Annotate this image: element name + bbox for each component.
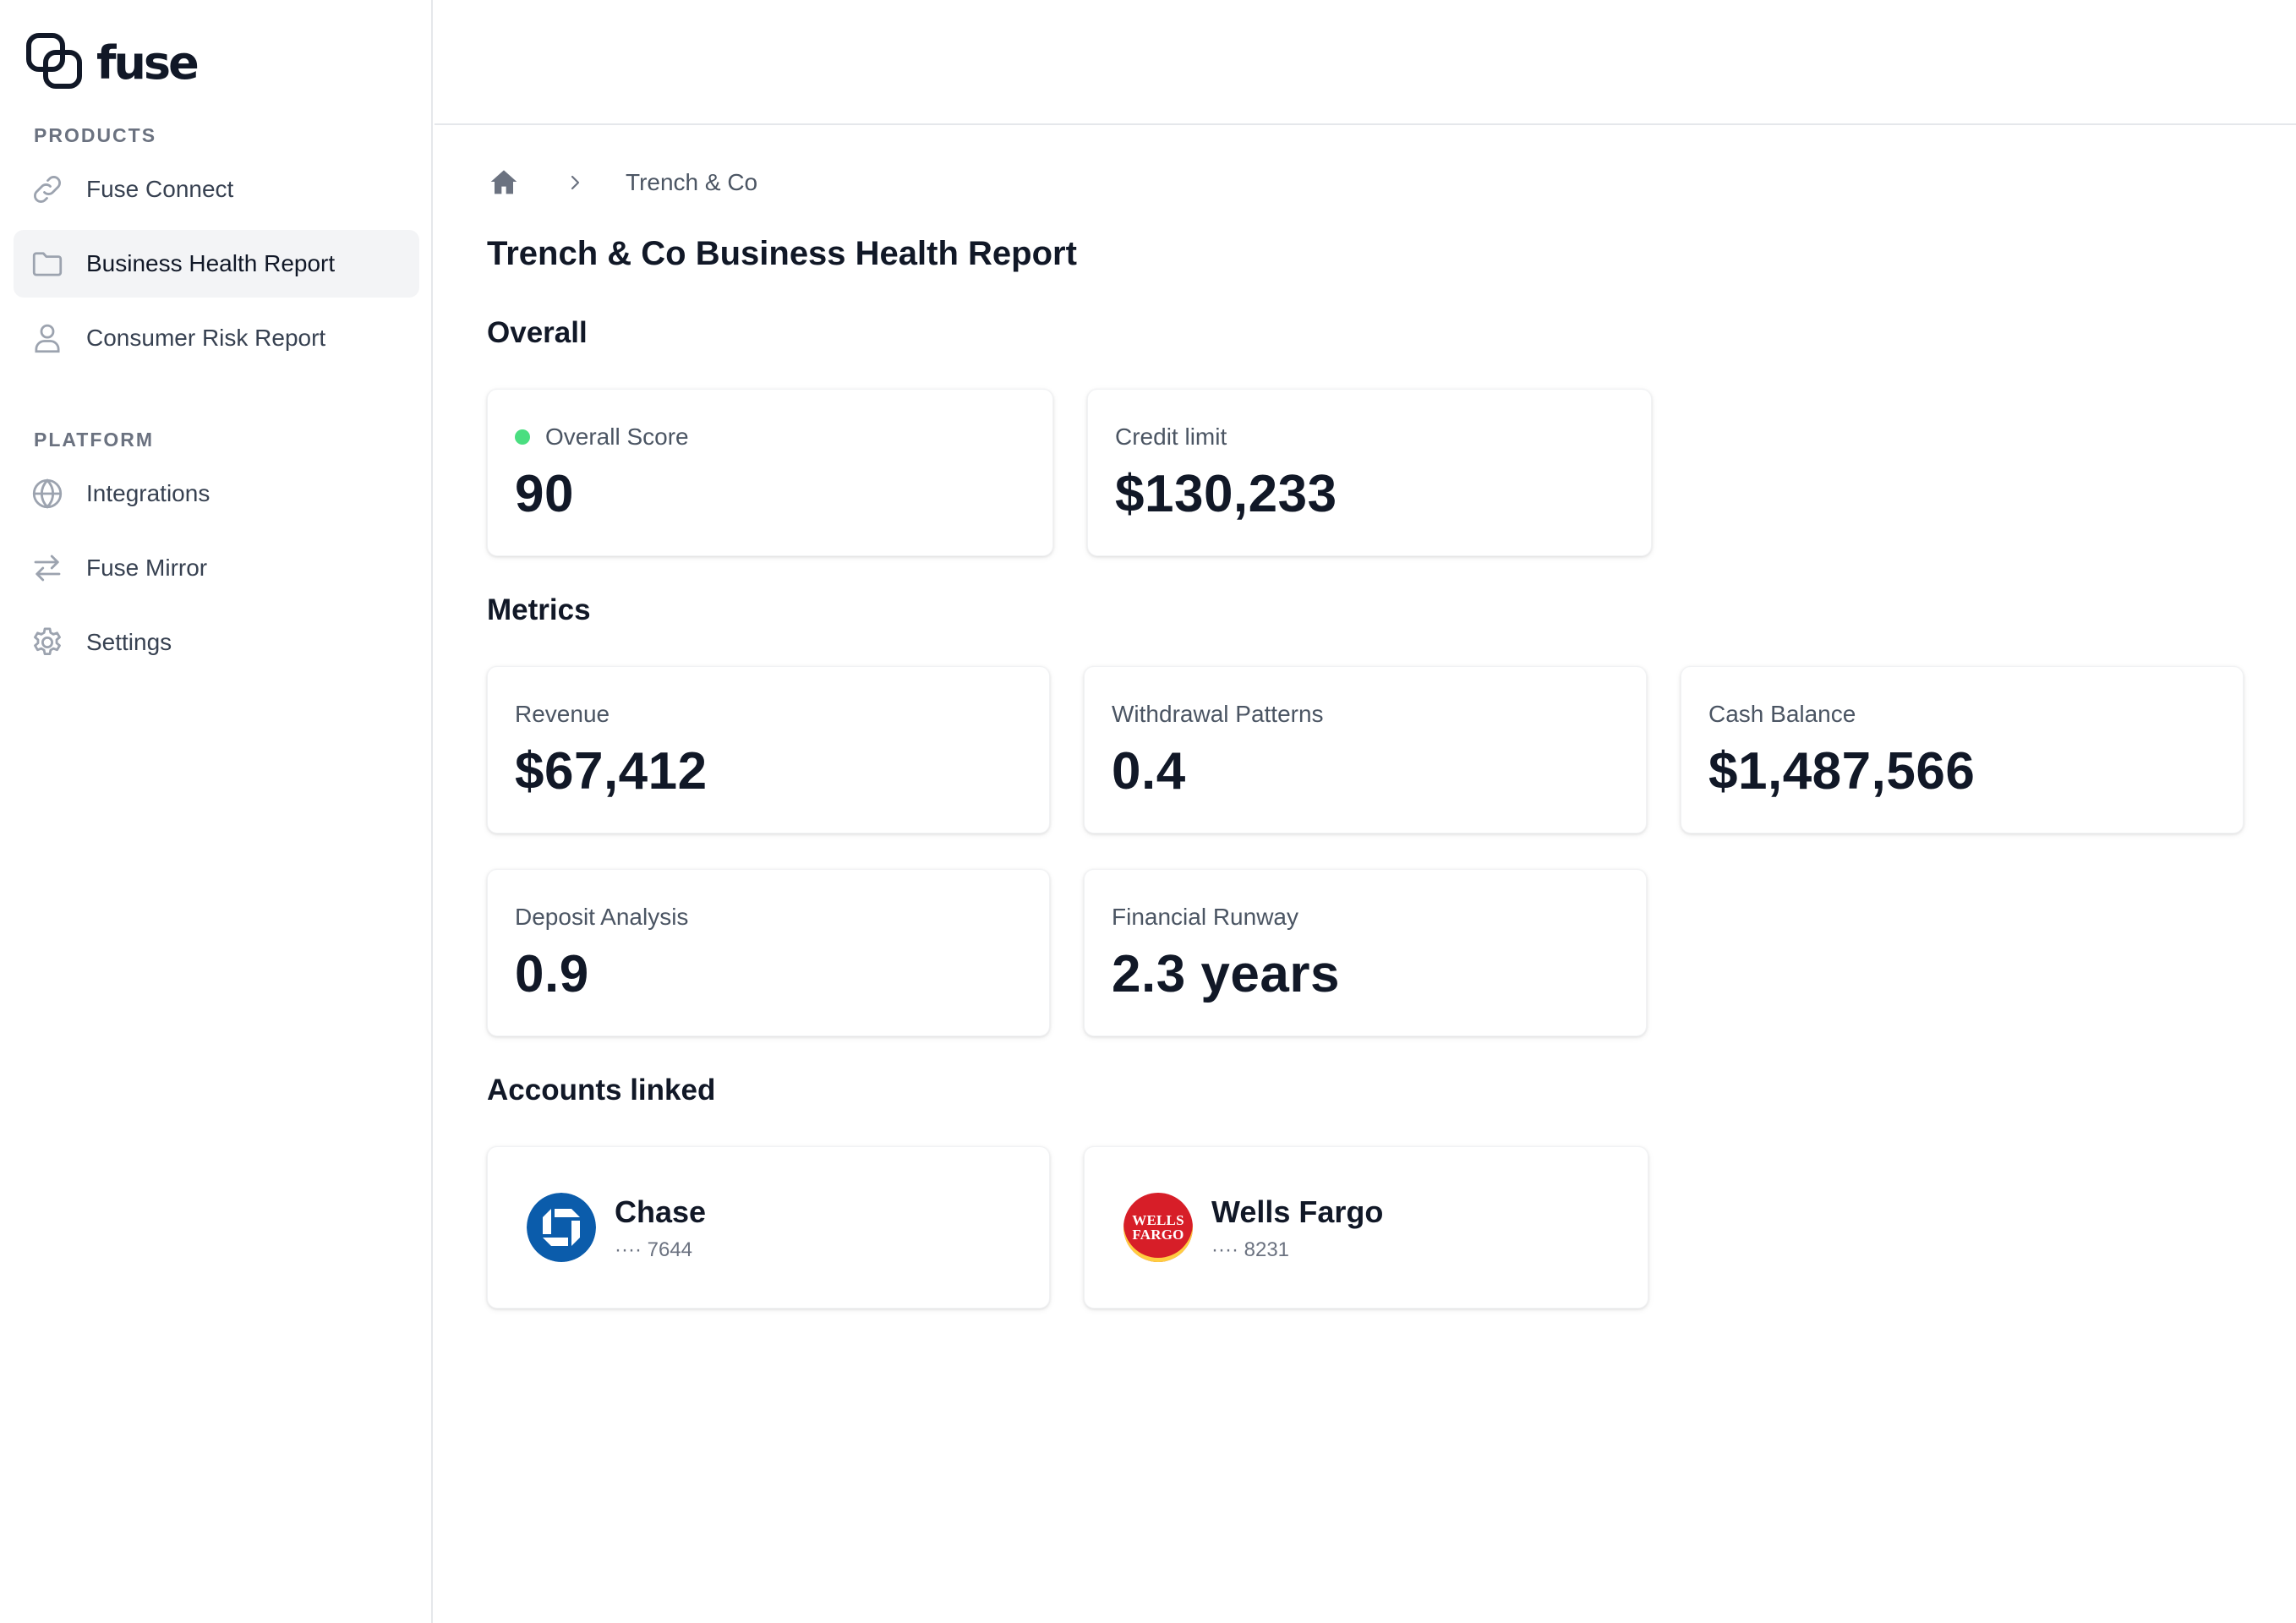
page-title: Trench & Co Business Health Report bbox=[487, 235, 1077, 272]
fuse-logo-icon bbox=[26, 33, 82, 89]
overall-score-value: 90 bbox=[515, 465, 574, 523]
wells-fargo-logo-text: WELLS FARGO bbox=[1132, 1212, 1184, 1243]
sidebar-item-integrations[interactable]: Integrations bbox=[14, 460, 419, 527]
overall-score-label-text: Overall Score bbox=[545, 424, 689, 450]
account-mask: ···· 7644 bbox=[615, 1238, 693, 1261]
credit-limit-card: Credit limit $130,233 bbox=[1087, 389, 1652, 556]
status-dot bbox=[515, 429, 530, 445]
brand-name: fuse bbox=[96, 36, 200, 90]
metric-label: Financial Runway bbox=[1112, 904, 1298, 930]
overall-score-label: Overall Score bbox=[515, 424, 689, 451]
metric-value: $67,412 bbox=[515, 742, 708, 801]
bank-name: Chase bbox=[615, 1194, 707, 1229]
metric-label: Deposit Analysis bbox=[515, 904, 689, 930]
metric-card-financial-runway: Financial Runway 2.3 years bbox=[1084, 869, 1647, 1036]
link-icon bbox=[29, 171, 66, 208]
metric-label: Cash Balance bbox=[1708, 701, 1856, 727]
sidebar-item-settings[interactable]: Settings bbox=[14, 609, 419, 676]
chevron-right-icon bbox=[558, 166, 592, 199]
sidebar-item-label: Fuse Mirror bbox=[86, 555, 208, 581]
metric-label: Withdrawal Patterns bbox=[1112, 701, 1324, 727]
sidebar-item-label: Consumer Risk Report bbox=[86, 325, 326, 351]
breadcrumb: Trench & Co bbox=[487, 166, 757, 199]
metric-label: Revenue bbox=[515, 701, 610, 727]
metric-value: 0.4 bbox=[1112, 742, 1186, 801]
chase-logo bbox=[527, 1193, 596, 1262]
metric-value: 0.9 bbox=[515, 945, 589, 1003]
section-label-platform: PLATFORM bbox=[34, 429, 155, 451]
section-title-overall: Overall bbox=[487, 316, 588, 349]
sidebar-item-label: Business Health Report bbox=[86, 250, 336, 276]
metric-value: 2.3 years bbox=[1112, 945, 1340, 1003]
user-icon bbox=[29, 320, 66, 357]
credit-limit-value: $130,233 bbox=[1115, 465, 1337, 523]
globe-icon bbox=[29, 475, 66, 512]
folder-icon bbox=[29, 245, 66, 282]
metric-value: $1,487,566 bbox=[1708, 742, 1976, 801]
account-card-wells-fargo[interactable]: WELLS FARGO Wells Fargo ···· 8231 bbox=[1084, 1146, 1648, 1309]
app-root: fuse PRODUCTS Fuse Connect Business Heal… bbox=[0, 0, 2296, 1623]
sidebar-item-label: Fuse Connect bbox=[86, 176, 234, 202]
metric-card-cash-balance: Cash Balance $1,487,566 bbox=[1681, 666, 2244, 833]
sidebar-item-label: Integrations bbox=[86, 480, 210, 506]
gear-icon bbox=[29, 624, 66, 661]
breadcrumb-current[interactable]: Trench & Co bbox=[626, 169, 757, 196]
metric-card-withdrawal-patterns: Withdrawal Patterns 0.4 bbox=[1084, 666, 1647, 833]
top-bar bbox=[435, 0, 2296, 125]
account-card-chase[interactable]: Chase ···· 7644 bbox=[487, 1146, 1050, 1309]
section-title-metrics: Metrics bbox=[487, 593, 591, 626]
fuse-logo[interactable]: fuse bbox=[25, 30, 200, 95]
section-title-accounts-linked: Accounts linked bbox=[487, 1074, 716, 1107]
sidebar-item-consumer-risk-report[interactable]: Consumer Risk Report bbox=[14, 304, 419, 372]
account-mask: ···· 8231 bbox=[1211, 1238, 1290, 1261]
wells-fargo-logo: WELLS FARGO bbox=[1123, 1193, 1193, 1262]
bank-name: Wells Fargo bbox=[1211, 1194, 1384, 1229]
sidebar: fuse PRODUCTS Fuse Connect Business Heal… bbox=[0, 0, 433, 1623]
overall-score-card: Overall Score 90 bbox=[487, 389, 1053, 556]
home-icon[interactable] bbox=[487, 166, 521, 199]
sidebar-item-label: Settings bbox=[86, 629, 172, 655]
sidebar-item-fuse-mirror[interactable]: Fuse Mirror bbox=[14, 534, 419, 602]
metric-card-revenue: Revenue $67,412 bbox=[487, 666, 1050, 833]
sidebar-item-business-health-report[interactable]: Business Health Report bbox=[14, 230, 419, 298]
main-content: Trench & Co Trench & Co Business Health … bbox=[487, 125, 2296, 1623]
metric-card-deposit-analysis: Deposit Analysis 0.9 bbox=[487, 869, 1050, 1036]
sidebar-item-fuse-connect[interactable]: Fuse Connect bbox=[14, 156, 419, 223]
credit-limit-label: Credit limit bbox=[1115, 424, 1227, 450]
arrows-icon bbox=[29, 549, 66, 587]
section-label-products: PRODUCTS bbox=[34, 124, 157, 146]
